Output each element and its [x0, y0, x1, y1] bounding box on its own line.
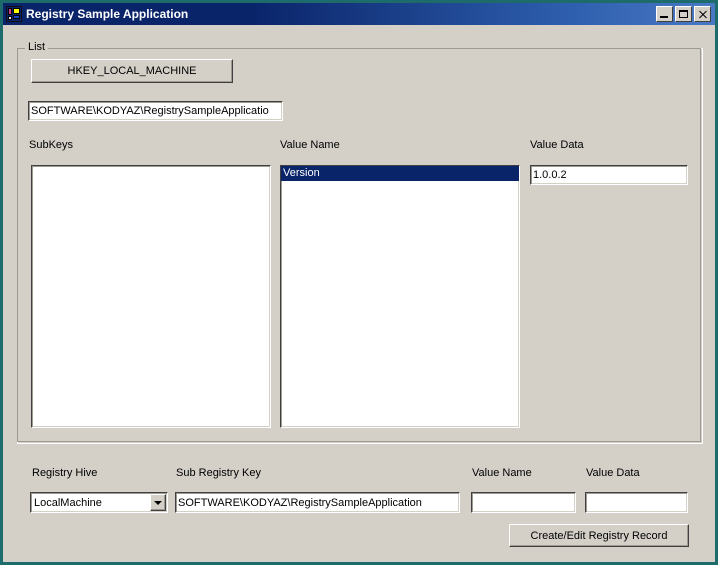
- chevron-down-icon[interactable]: [150, 494, 166, 511]
- bottom-value-name-input[interactable]: [471, 492, 576, 513]
- registry-hive-select[interactable]: LocalMachine: [30, 492, 168, 513]
- value-name-listbox[interactable]: Version: [280, 165, 520, 428]
- application-icon: [6, 6, 22, 22]
- window-title: Registry Sample Application: [26, 7, 189, 21]
- close-icon[interactable]: [694, 6, 711, 22]
- subkeys-label: SubKeys: [29, 139, 74, 151]
- list-item[interactable]: Version: [281, 166, 519, 181]
- sub-registry-key-label: Sub Registry Key: [176, 467, 261, 479]
- current-path-input[interactable]: SOFTWARE\KODYAZ\RegistrySampleApplicatio: [28, 101, 283, 121]
- hkey-local-machine-button[interactable]: HKEY_LOCAL_MACHINE: [31, 59, 233, 83]
- registry-hive-selected-value: LocalMachine: [34, 496, 102, 509]
- client-area: List HKEY_LOCAL_MACHINE SOFTWARE\KODYAZ\…: [3, 25, 715, 562]
- group-box-title: List: [25, 41, 49, 53]
- bottom-value-data-label: Value Data: [586, 467, 640, 479]
- value-data-input[interactable]: 1.0.0.2: [530, 165, 688, 185]
- application-window: Registry Sample Application List HKEY_LO…: [0, 0, 718, 565]
- value-name-label: Value Name: [280, 139, 340, 151]
- create-edit-registry-record-button[interactable]: Create/Edit Registry Record: [509, 524, 689, 547]
- bottom-value-name-label: Value Name: [472, 467, 532, 479]
- value-data-label: Value Data: [530, 139, 584, 151]
- minimize-icon[interactable]: [656, 6, 673, 22]
- subkeys-listbox[interactable]: [31, 165, 271, 428]
- bottom-value-data-input[interactable]: [585, 492, 688, 513]
- sub-registry-key-input[interactable]: SOFTWARE\KODYAZ\RegistrySampleApplicatio…: [175, 492, 460, 513]
- registry-hive-label: Registry Hive: [32, 467, 98, 479]
- maximize-icon[interactable]: [675, 6, 692, 22]
- window-controls: [656, 6, 711, 22]
- title-bar[interactable]: Registry Sample Application: [3, 3, 715, 25]
